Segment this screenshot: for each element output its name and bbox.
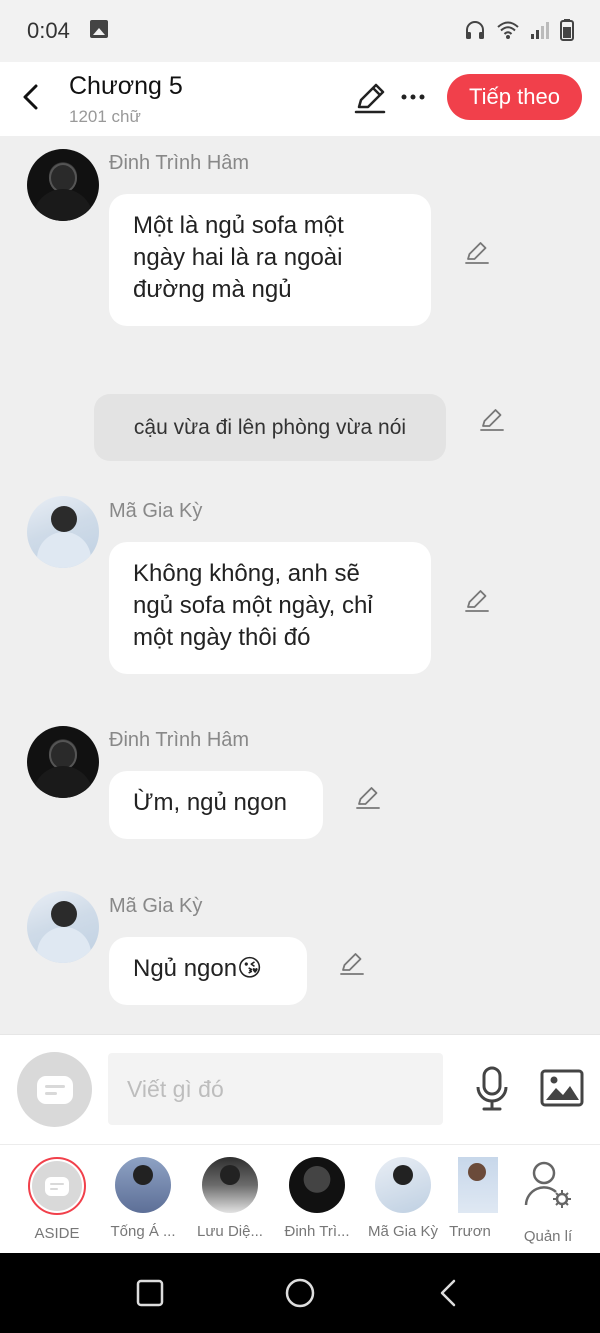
sender-name: Đinh Trình Hâm — [109, 152, 250, 174]
input-bar — [0, 1034, 600, 1144]
recent-apps-icon[interactable] — [134, 1277, 166, 1309]
avatar-dinh-trinh-ham[interactable] — [27, 149, 99, 221]
character-luu-dieu[interactable]: Lưu Diệ... — [192, 1157, 268, 1240]
message-line: đường mà ngủ — [133, 276, 292, 303]
home-icon[interactable] — [284, 1277, 316, 1309]
edit-message-icon[interactable] — [339, 950, 365, 976]
character-dinh-trinh[interactable]: Đinh Trì... — [279, 1157, 355, 1240]
edit-message-icon[interactable] — [464, 587, 490, 613]
narration-text: cậu vừa đi lên phòng vừa nói — [133, 415, 407, 439]
battery-icon — [560, 19, 574, 41]
edit-message-icon[interactable] — [464, 239, 490, 265]
character-ma-gia-ky[interactable]: Mã Gia Kỳ — [365, 1157, 441, 1240]
character-strip: ASIDE Tống Á ... Lưu Diệ... Đinh Trì... … — [0, 1144, 600, 1253]
word-count: 1201 chữ — [69, 107, 141, 126]
message-bubble[interactable]: Một là ngủ sofa một ngày hai là ra ngoài… — [109, 194, 431, 326]
edit-chapter-button[interactable] — [353, 81, 387, 115]
edit-message-icon[interactable] — [355, 784, 381, 810]
message-bubble[interactable]: Ngủ ngon😘 — [109, 937, 307, 1005]
chapter-header: Chương 5 1201 chữ Tiếp theo — [0, 62, 600, 136]
avatar-ma-gia-ky[interactable] — [27, 496, 99, 568]
more-dots-icon — [401, 94, 425, 100]
message-bubble[interactable]: Ừm, ngủ ngon — [109, 771, 323, 839]
character-label: Trươn — [449, 1223, 491, 1240]
aside-chat-icon — [45, 1176, 69, 1196]
back-button[interactable] — [14, 80, 48, 114]
back-arrow-icon — [23, 84, 38, 110]
headphones-icon — [466, 21, 484, 39]
signal-icon — [531, 22, 549, 39]
message-line: Ngủ ngon😘 — [133, 955, 263, 982]
sender-name: Đinh Trình Hâm — [109, 729, 250, 751]
message-input[interactable] — [108, 1053, 443, 1125]
character-label: Quản lí — [523, 1228, 573, 1245]
aside-chat-icon — [36, 1075, 73, 1104]
character-truong[interactable]: Trươn — [440, 1157, 500, 1240]
message-line: Một là ngủ sofa một — [133, 212, 344, 239]
character-avatar — [375, 1157, 431, 1213]
manage-characters-button[interactable]: Quản lí — [510, 1157, 586, 1245]
character-avatar — [458, 1157, 498, 1213]
character-label: Tống Á ... — [110, 1223, 176, 1240]
manage-users-icon — [524, 1161, 571, 1208]
system-nav-bar — [0, 1253, 600, 1333]
more-options-button[interactable] — [398, 82, 428, 112]
message-bubble[interactable]: Không không, anh sẽ ngủ sofa một ngày, c… — [109, 542, 431, 674]
character-label: Mã Gia Kỳ — [367, 1223, 439, 1240]
message-line: Không không, anh sẽ — [133, 560, 360, 587]
edit-message-icon[interactable] — [479, 406, 505, 432]
image-icon[interactable] — [540, 1069, 584, 1107]
character-avatar — [28, 1157, 86, 1215]
message-line: ngủ sofa một ngày, chỉ — [133, 592, 373, 619]
pencil-icon — [354, 83, 386, 114]
avatar-ma-gia-ky[interactable] — [27, 891, 99, 963]
status-icons — [464, 18, 574, 42]
character-avatar — [202, 1157, 258, 1213]
aside-button[interactable] — [17, 1052, 92, 1127]
status-bar: 0:04 — [0, 0, 600, 62]
image-notification-icon — [90, 20, 108, 38]
status-time: 0:04 — [27, 18, 70, 43]
message-line: Ừm, ngủ ngon — [133, 789, 287, 816]
chapter-title: Chương 5 — [69, 72, 183, 100]
narration-bubble[interactable]: cậu vừa đi lên phòng vừa nói — [94, 394, 446, 461]
next-chapter-button[interactable]: Tiếp theo — [447, 74, 582, 120]
character-avatar — [115, 1157, 171, 1213]
microphone-icon[interactable] — [472, 1065, 512, 1113]
message-line: một ngày thôi đó — [133, 624, 311, 651]
message-line: ngày hai là ra ngoài — [133, 244, 343, 271]
chat-area[interactable]: Đinh Trình Hâm Một là ngủ sofa một ngày … — [0, 136, 600, 1034]
character-aside[interactable]: ASIDE — [19, 1157, 95, 1242]
character-label: ASIDE — [34, 1225, 80, 1242]
character-label: Đinh Trì... — [284, 1223, 350, 1240]
back-icon[interactable] — [434, 1277, 466, 1309]
character-label: Lưu Diệ... — [197, 1223, 263, 1240]
sender-name: Mã Gia Kỳ — [109, 500, 203, 522]
wifi-icon — [497, 21, 519, 39]
avatar-dinh-trinh-ham[interactable] — [27, 726, 99, 798]
sender-name: Mã Gia Kỳ — [109, 895, 203, 917]
character-tong-a[interactable]: Tống Á ... — [105, 1157, 181, 1240]
character-avatar — [289, 1157, 345, 1213]
